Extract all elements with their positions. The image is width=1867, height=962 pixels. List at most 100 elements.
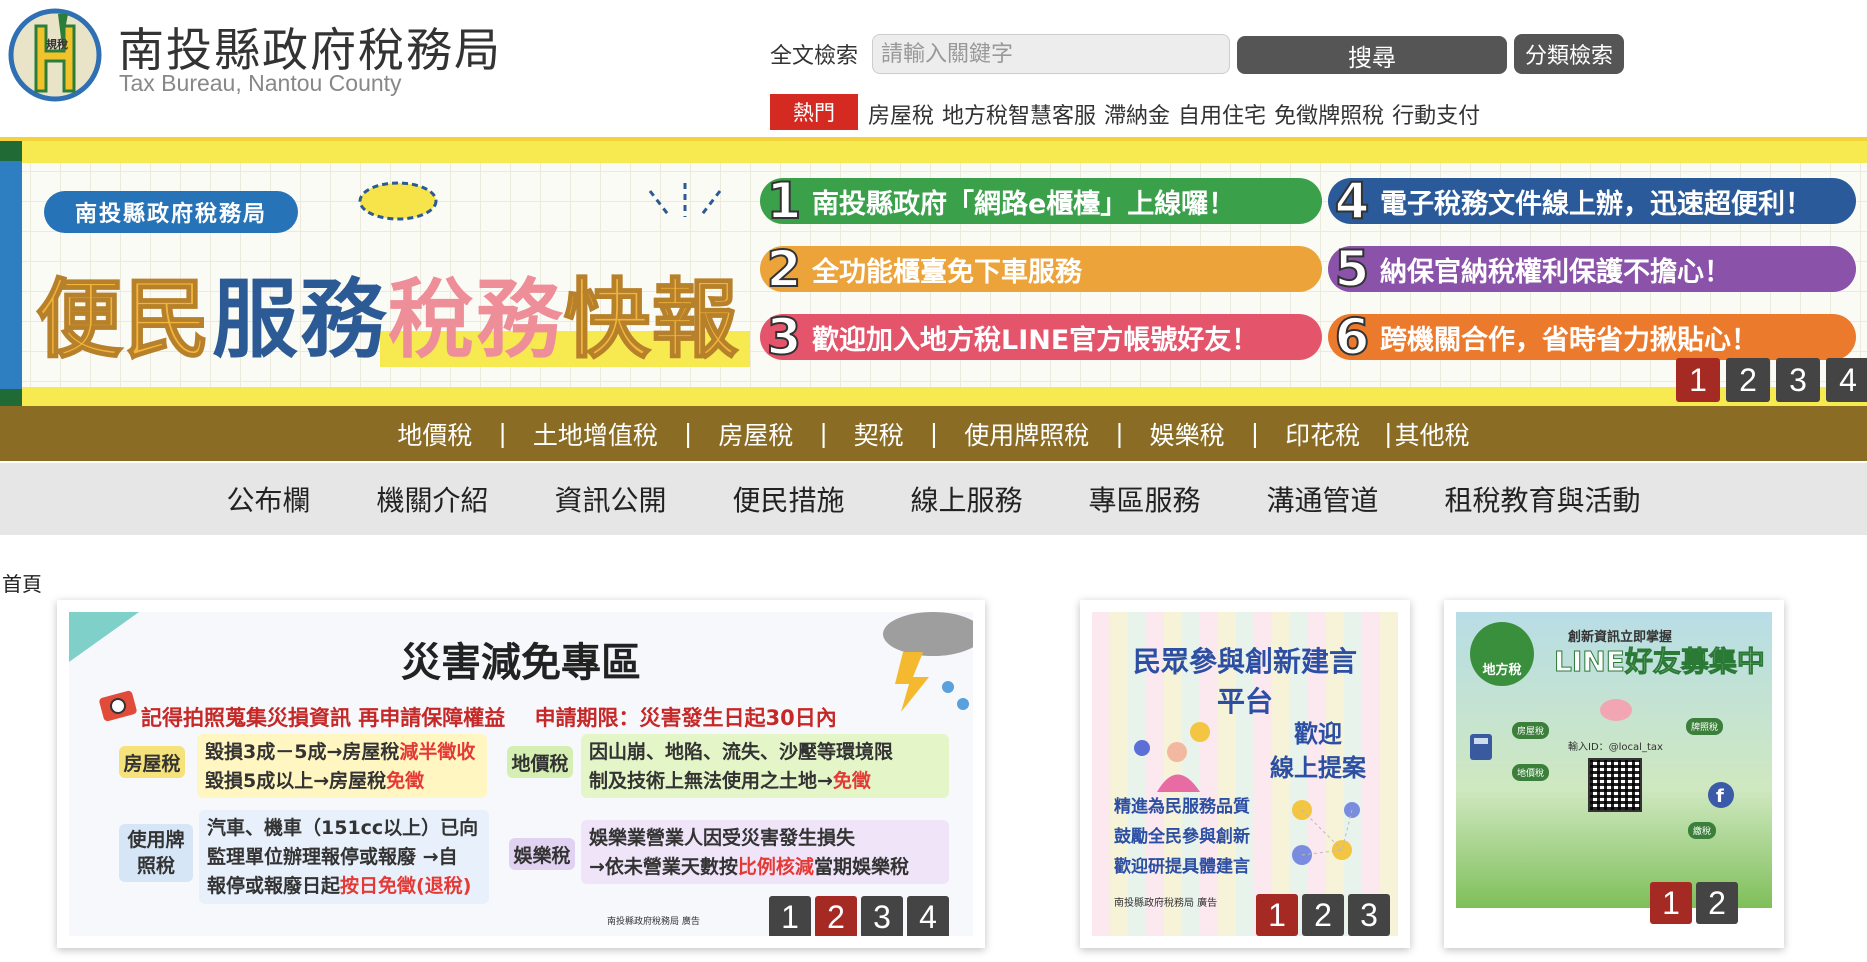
category-search-button[interactable]: 分類檢索: [1514, 34, 1624, 74]
tax-nav-house[interactable]: 房屋稅: [704, 416, 807, 452]
hot-link-house-tax[interactable]: 房屋稅: [868, 98, 934, 130]
tax-bureau-logo[interactable]: 規稅: [6, 6, 104, 104]
card1-slide-2[interactable]: 2: [815, 896, 857, 936]
search-button[interactable]: 搜尋: [1237, 36, 1507, 74]
nav-separator: |: [819, 419, 828, 448]
card1-slide-1[interactable]: 1: [769, 896, 811, 936]
nav-separator: |: [498, 419, 507, 448]
slide-button-1[interactable]: 1: [1676, 358, 1720, 402]
feature-1[interactable]: 1 南投縣政府「網路e櫃檯」上線囉！: [760, 171, 1322, 231]
vehicle-tag-line-1: 使用牌: [127, 829, 185, 851]
card-footer: 南投縣政府稅務局 廣告: [607, 917, 700, 927]
feature-number: 3: [766, 307, 803, 367]
banner-side-bar: [0, 141, 22, 409]
promo-card-line[interactable]: 地方稅 創新資訊立即掌握 LINE好友募集中 輸入ID：@local_tax f…: [1444, 600, 1784, 948]
feature-text: 歡迎加入地方稅LINE官方帳號好友！: [812, 324, 1259, 356]
card3-slide-1[interactable]: 1: [1650, 882, 1692, 924]
card2-slide-2[interactable]: 2: [1302, 894, 1344, 936]
breadcrumb[interactable]: 首頁: [2, 568, 42, 597]
main-nav-tax-education[interactable]: 租稅教育與活動: [1412, 479, 1674, 519]
slide-button-2[interactable]: 2: [1726, 358, 1770, 402]
card3-slide-nav: 1 2: [1650, 882, 1738, 924]
feature-text: 跨機關合作，省時省力揪貼心！: [1380, 324, 1758, 356]
hero-banner[interactable]: 南投縣政府稅務局 便民服務稅務快報 1 南投縣政府「網路e櫃檯」上線囉！ 2 全…: [0, 137, 1867, 409]
nav-separator: |: [1384, 419, 1393, 448]
card1-slide-4[interactable]: 4: [907, 896, 949, 936]
logo-label: 規稅: [46, 37, 68, 51]
tax-nav-land-value[interactable]: 地價稅: [383, 416, 486, 452]
ent-line-2: →依未營業天數按比例核減當期娛樂稅: [589, 853, 941, 882]
card-footer: 南投縣政府稅務局 廣告: [1114, 898, 1218, 909]
main-nav-convenience[interactable]: 便民措施: [699, 479, 877, 519]
banner-side-bar-top: [0, 141, 22, 161]
hot-link-late-fee[interactable]: 滯納金: [1104, 98, 1170, 130]
feature-bubble: 地價稅: [1512, 764, 1550, 781]
site-subtitle: Tax Bureau, Nantou County: [119, 70, 402, 96]
feature-4[interactable]: 4 電子稅務文件線上辦，迅速超便利！: [1328, 171, 1856, 231]
vehicle-line-2: 監理單位辦理報停或報廢 →自: [207, 846, 458, 868]
card-image: 地方稅 創新資訊立即掌握 LINE好友募集中 輸入ID：@local_tax f…: [1456, 612, 1772, 908]
feature-3[interactable]: 3 歡迎加入地方稅LINE官方帳號好友！: [760, 307, 1322, 367]
feature-number: 5: [1334, 239, 1371, 299]
main-nav-bulletin[interactable]: 公布欄: [193, 479, 343, 519]
vehicle-line3-text: 報停或報廢日起: [207, 875, 341, 897]
promo-card-disaster[interactable]: 災害減免專區 記得拍照蒐集災損資訊 再申請保障權益 申請期限：災害發生日起30日…: [57, 600, 985, 948]
main-nav-about[interactable]: 機關介紹: [343, 479, 521, 519]
main-nav-info-disclosure[interactable]: 資訊公開: [521, 479, 699, 519]
site-header: 規稅 南投縣政府稅務局 Tax Bureau, Nantou County 全文…: [0, 0, 1867, 135]
welcome-line-2: 線上提案: [1270, 754, 1366, 782]
card-text-line-2: 鼓勵全民參與創新: [1114, 827, 1250, 847]
hot-link-mobile-pay[interactable]: 行動支付: [1392, 98, 1480, 130]
land-line-1: 因山崩、地陷、流失、沙壓等環境限: [589, 741, 894, 763]
house-tax-box: 毀損3成－5成→房屋稅減半徵收 毀損5成以上→房屋稅免徵: [197, 734, 487, 798]
camera-icon: [99, 690, 137, 722]
feature-2[interactable]: 2 全功能櫃臺免下車服務: [760, 239, 1322, 299]
tax-nav-other[interactable]: 其他稅: [1393, 416, 1484, 452]
card1-slide-3[interactable]: 3: [861, 896, 903, 936]
vehicle-tag-line-2: 照稅: [136, 855, 175, 877]
card-subtitle: 記得拍照蒐集災損資訊 再申請保障權益 申請期限：災害發生日起30日內: [141, 702, 837, 732]
card2-slide-3[interactable]: 3: [1348, 894, 1390, 936]
card-text: 精進為民服務品質 鼓勵全民參與創新 歡迎研提具體建言: [1114, 792, 1250, 882]
feature-5[interactable]: 5 納保官納稅權利保護不擔心！: [1328, 239, 1856, 299]
house-line1-text: 毀損3成－5成→房屋稅: [205, 741, 400, 763]
tax-nav-deed[interactable]: 契稅: [840, 416, 918, 452]
network-icon: [1292, 800, 1360, 865]
feature-6[interactable]: 6 跨機關合作，省時省力揪貼心！: [1328, 307, 1856, 367]
search-input[interactable]: [872, 34, 1230, 74]
card-text-line-3: 歡迎研提具體建言: [1114, 857, 1250, 877]
banner-headline: 便民服務稅務快報: [35, 249, 740, 374]
tax-nav-vehicle-license[interactable]: 使用牌照稅: [950, 416, 1103, 452]
card-title: 民眾參與創新建言 平台: [1092, 642, 1398, 722]
card3-slide-2[interactable]: 2: [1696, 882, 1738, 924]
facebook-icon: f: [1708, 782, 1734, 808]
tax-nav-stamp[interactable]: 印花稅: [1271, 416, 1374, 452]
hot-link-owner-occupied[interactable]: 自用住宅: [1178, 98, 1266, 130]
slide-button-3[interactable]: 3: [1776, 358, 1820, 402]
feature-number: 4: [1334, 171, 1371, 231]
headline-part-2: 服務: [212, 270, 388, 370]
card-title: LINE好友募集中: [1554, 645, 1766, 679]
calculator-icon: [1470, 734, 1492, 760]
line-id-text: 輸入ID：@local_tax: [1568, 742, 1663, 753]
tax-nav-land-increment[interactable]: 土地增值稅: [519, 416, 672, 452]
hot-link-license-exempt[interactable]: 免徵牌照稅: [1274, 98, 1384, 130]
banner-slide-nav: 1 2 3 4: [1676, 358, 1867, 402]
card2-slide-1[interactable]: 1: [1256, 894, 1298, 936]
tax-category-nav: 地價稅 | 土地增值稅 | 房屋稅 | 契稅 | 使用牌照稅 | 娛樂稅 | 印花稅 | 其他…: [0, 406, 1867, 461]
hot-link-smart-service[interactable]: 地方稅智慧客服: [942, 98, 1096, 130]
main-nav-online-services[interactable]: 線上服務: [878, 479, 1056, 519]
person-idea-icon: [1134, 722, 1210, 792]
ent-line2-tail: 當期娛樂稅: [813, 856, 909, 878]
feature-text: 全功能櫃臺免下車服務: [812, 256, 1082, 288]
subtitle-left: 記得拍照蒐集災損資訊 再申請保障權益: [141, 706, 506, 730]
lemon-decoration-icon: [358, 181, 438, 221]
tax-nav-entertainment[interactable]: 娛樂稅: [1136, 416, 1239, 452]
slide-button-4[interactable]: 4: [1826, 358, 1867, 402]
promo-card-innovation[interactable]: 民眾參與創新建言 平台 歡迎 線上提案 精進為民服務品質 鼓勵全民參與創新 歡迎研提…: [1080, 600, 1410, 948]
feature-text: 南投縣政府「網路e櫃檯」上線囉！: [812, 188, 1236, 220]
house-line1-highlight: 減半徵收: [399, 741, 476, 763]
main-nav-special-services[interactable]: 專區服務: [1056, 479, 1234, 519]
house-line-2: 毀損5成以上→房屋稅免徵: [205, 767, 479, 796]
main-nav-communication[interactable]: 溝通管道: [1234, 479, 1412, 519]
